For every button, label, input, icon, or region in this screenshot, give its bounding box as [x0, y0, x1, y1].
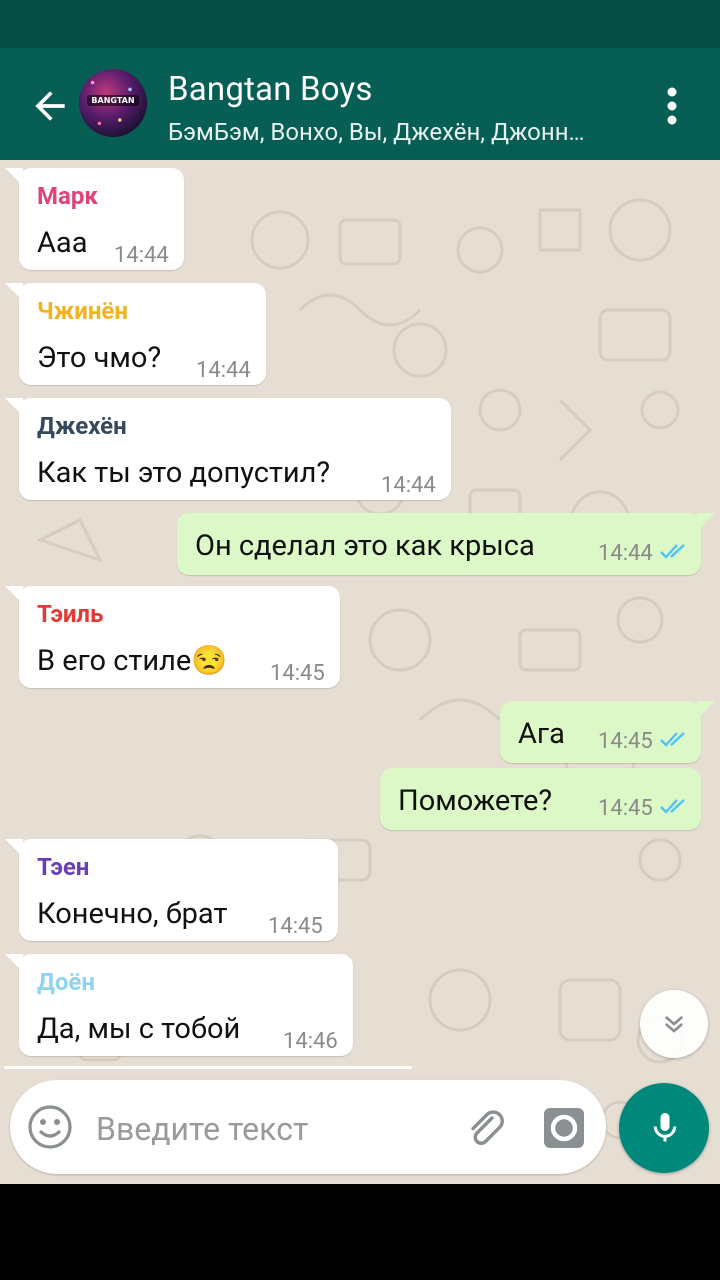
- bubble-tail: [5, 954, 23, 972]
- message-bubble-incoming[interactable]: Тэиль В его стиле😒 14:45: [5, 586, 340, 688]
- message-text: Да, мы с тобой: [37, 1012, 241, 1046]
- bubble-tail: [697, 513, 715, 531]
- camera-icon[interactable]: [540, 1104, 588, 1152]
- bubble-tail: [5, 398, 23, 416]
- message-time: 14:46: [283, 1029, 338, 1054]
- scroll-to-bottom-button[interactable]: [640, 990, 708, 1058]
- more-vert-icon[interactable]: [660, 86, 684, 126]
- message-bubble-outgoing[interactable]: Ага 14:45: [500, 701, 715, 763]
- back-arrow-icon[interactable]: [28, 84, 72, 128]
- bubble-tail: [5, 283, 23, 301]
- message-sender: Чжинён: [37, 297, 128, 325]
- chat-header: BANGTAN Bangtan Boys БэмБэм, Вонхо, Вы, …: [0, 48, 720, 160]
- message-text: Конечно, брат: [37, 897, 228, 931]
- message-time: 14:44: [196, 358, 251, 383]
- message-text: Ага: [518, 717, 565, 751]
- bubble-tail: [5, 839, 23, 857]
- message-input[interactable]: Введите текст: [96, 1110, 308, 1148]
- message-bubble-outgoing[interactable]: Он сделал это как крыса 14:44: [177, 513, 715, 575]
- message-time: 14:44: [114, 243, 169, 268]
- read-ticks-icon: [660, 799, 685, 814]
- message-composer[interactable]: Введите текст: [10, 1080, 606, 1174]
- chat-participants[interactable]: БэмБэм, Вонхо, Вы, Джехён, Джонн…: [168, 118, 628, 146]
- message-text: Ааа: [37, 226, 88, 260]
- message-bubble-incoming[interactable]: Доён Да, мы с тобой 14:46: [5, 954, 353, 1056]
- message-sender: Марк: [37, 182, 98, 210]
- message-time: 14:44: [381, 473, 436, 498]
- message-bubble-outgoing[interactable]: Поможете? 14:45: [380, 768, 701, 830]
- bubble-tail: [5, 168, 23, 186]
- message-bubble-incoming[interactable]: Джехён Как ты это допустил? 14:44: [5, 398, 451, 500]
- navigation-bar: [0, 1184, 720, 1280]
- message-bubble-incoming[interactable]: Тэен Конечно, брат 14:45: [5, 839, 338, 941]
- chevron-down-icon: [664, 1016, 684, 1033]
- status-bar: [0, 0, 720, 48]
- emoji-icon[interactable]: [26, 1103, 74, 1151]
- message-sender: Тэиль: [37, 600, 104, 628]
- message-text: Поможете?: [398, 784, 553, 818]
- mic-icon: [653, 1113, 677, 1142]
- message-bubble-incoming[interactable]: Марк Ааа 14:44: [5, 168, 184, 270]
- chat-area[interactable]: Марк Ааа 14:44 Чжинён Это чмо? 14:44 Дже…: [0, 160, 720, 1184]
- message-text: Как ты это допустил?: [37, 456, 331, 490]
- avatar-logo-text: BANGTAN: [87, 95, 139, 106]
- message-text: Он сделал это как крыса: [195, 529, 535, 563]
- voice-record-button[interactable]: [619, 1083, 709, 1173]
- message-time: 14:44: [598, 541, 653, 566]
- message-text: Это чмо?: [37, 341, 162, 375]
- message-bubble-partial: [4, 1066, 412, 1069]
- message-sender: Тэен: [37, 853, 90, 881]
- bubble-tail: [5, 586, 23, 604]
- message-bubble-incoming[interactable]: Чжинён Это чмо? 14:44: [5, 283, 266, 385]
- bubble-tail: [697, 701, 715, 719]
- message-time: 14:45: [268, 914, 323, 939]
- message-time: 14:45: [270, 661, 325, 686]
- chat-title[interactable]: Bangtan Boys: [168, 70, 373, 109]
- message-sender: Джехён: [37, 412, 127, 440]
- message-time: 14:45: [598, 729, 653, 754]
- group-avatar[interactable]: BANGTAN: [79, 69, 147, 137]
- read-ticks-icon: [660, 732, 685, 747]
- message-text: В его стиле😒: [37, 644, 228, 678]
- message-sender: Доён: [37, 968, 95, 996]
- message-time: 14:45: [598, 796, 653, 821]
- attach-icon[interactable]: [462, 1104, 510, 1152]
- read-ticks-icon: [660, 544, 685, 559]
